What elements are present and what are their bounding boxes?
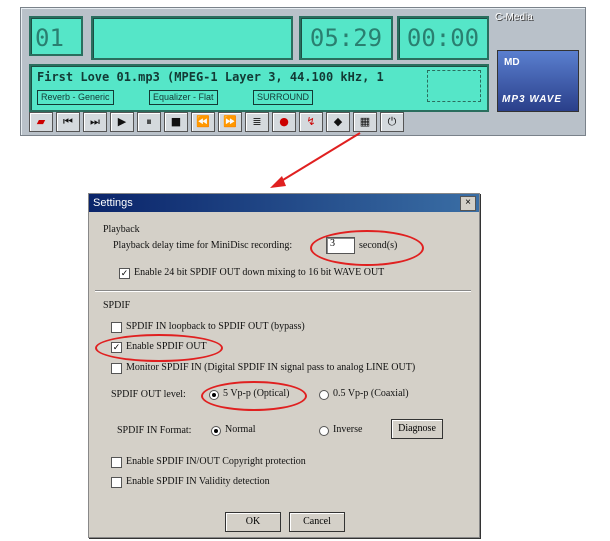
close-icon[interactable]: × bbox=[460, 196, 476, 211]
validity-detection-label: Enable SPDIF IN Validity detection bbox=[126, 476, 270, 487]
playback-group-label: Playback bbox=[103, 224, 140, 235]
format-inverse-radio[interactable] bbox=[319, 426, 329, 436]
validity-detection-checkbox[interactable] bbox=[111, 477, 122, 488]
out-level-05v-radio[interactable] bbox=[319, 390, 329, 400]
copyright-protection-checkbox[interactable] bbox=[111, 457, 122, 468]
annotation-circle-spdif-out bbox=[95, 334, 223, 362]
loopback-label: SPDIF IN loopback to SPDIF OUT (bypass) bbox=[126, 321, 305, 332]
in-format-label: SPDIF IN Format: bbox=[117, 425, 192, 436]
monitor-spdif-in-label: Monitor SPDIF IN (Digital SPDIF IN signa… bbox=[126, 362, 416, 373]
format-inverse-label: Inverse bbox=[333, 424, 363, 435]
dialog-title: Settings bbox=[93, 197, 133, 209]
monitor-spdif-in-checkbox[interactable] bbox=[111, 363, 122, 374]
group-divider bbox=[95, 290, 471, 292]
annotation-circle-5v bbox=[201, 381, 307, 411]
format-normal-radio[interactable] bbox=[211, 426, 221, 436]
enable-24bit-label: Enable 24 bit SPDIF OUT down mixing to 1… bbox=[134, 267, 385, 278]
settings-dialog: Settings × Playback Playback delay time … bbox=[88, 193, 480, 538]
out-level-label: SPDIF OUT level: bbox=[111, 389, 186, 400]
copyright-protection-label: Enable SPDIF IN/OUT Copyright protection bbox=[126, 456, 306, 467]
loopback-checkbox[interactable] bbox=[111, 322, 122, 333]
spdif-group-label: SPDIF bbox=[103, 300, 131, 311]
cancel-button[interactable]: Cancel bbox=[289, 512, 345, 532]
dialog-titlebar: Settings × bbox=[89, 194, 479, 212]
enable-24bit-checkbox[interactable]: ✓ bbox=[119, 268, 130, 279]
ok-button[interactable]: OK bbox=[225, 512, 281, 532]
diagnose-button[interactable]: Diagnose bbox=[391, 419, 443, 439]
delay-label: Playback delay time for MiniDisc recordi… bbox=[113, 240, 293, 251]
out-level-05v-label: 0.5 Vp-p (Coaxial) bbox=[333, 388, 409, 399]
annotation-circle-delay bbox=[310, 230, 424, 266]
format-normal-label: Normal bbox=[225, 424, 256, 435]
